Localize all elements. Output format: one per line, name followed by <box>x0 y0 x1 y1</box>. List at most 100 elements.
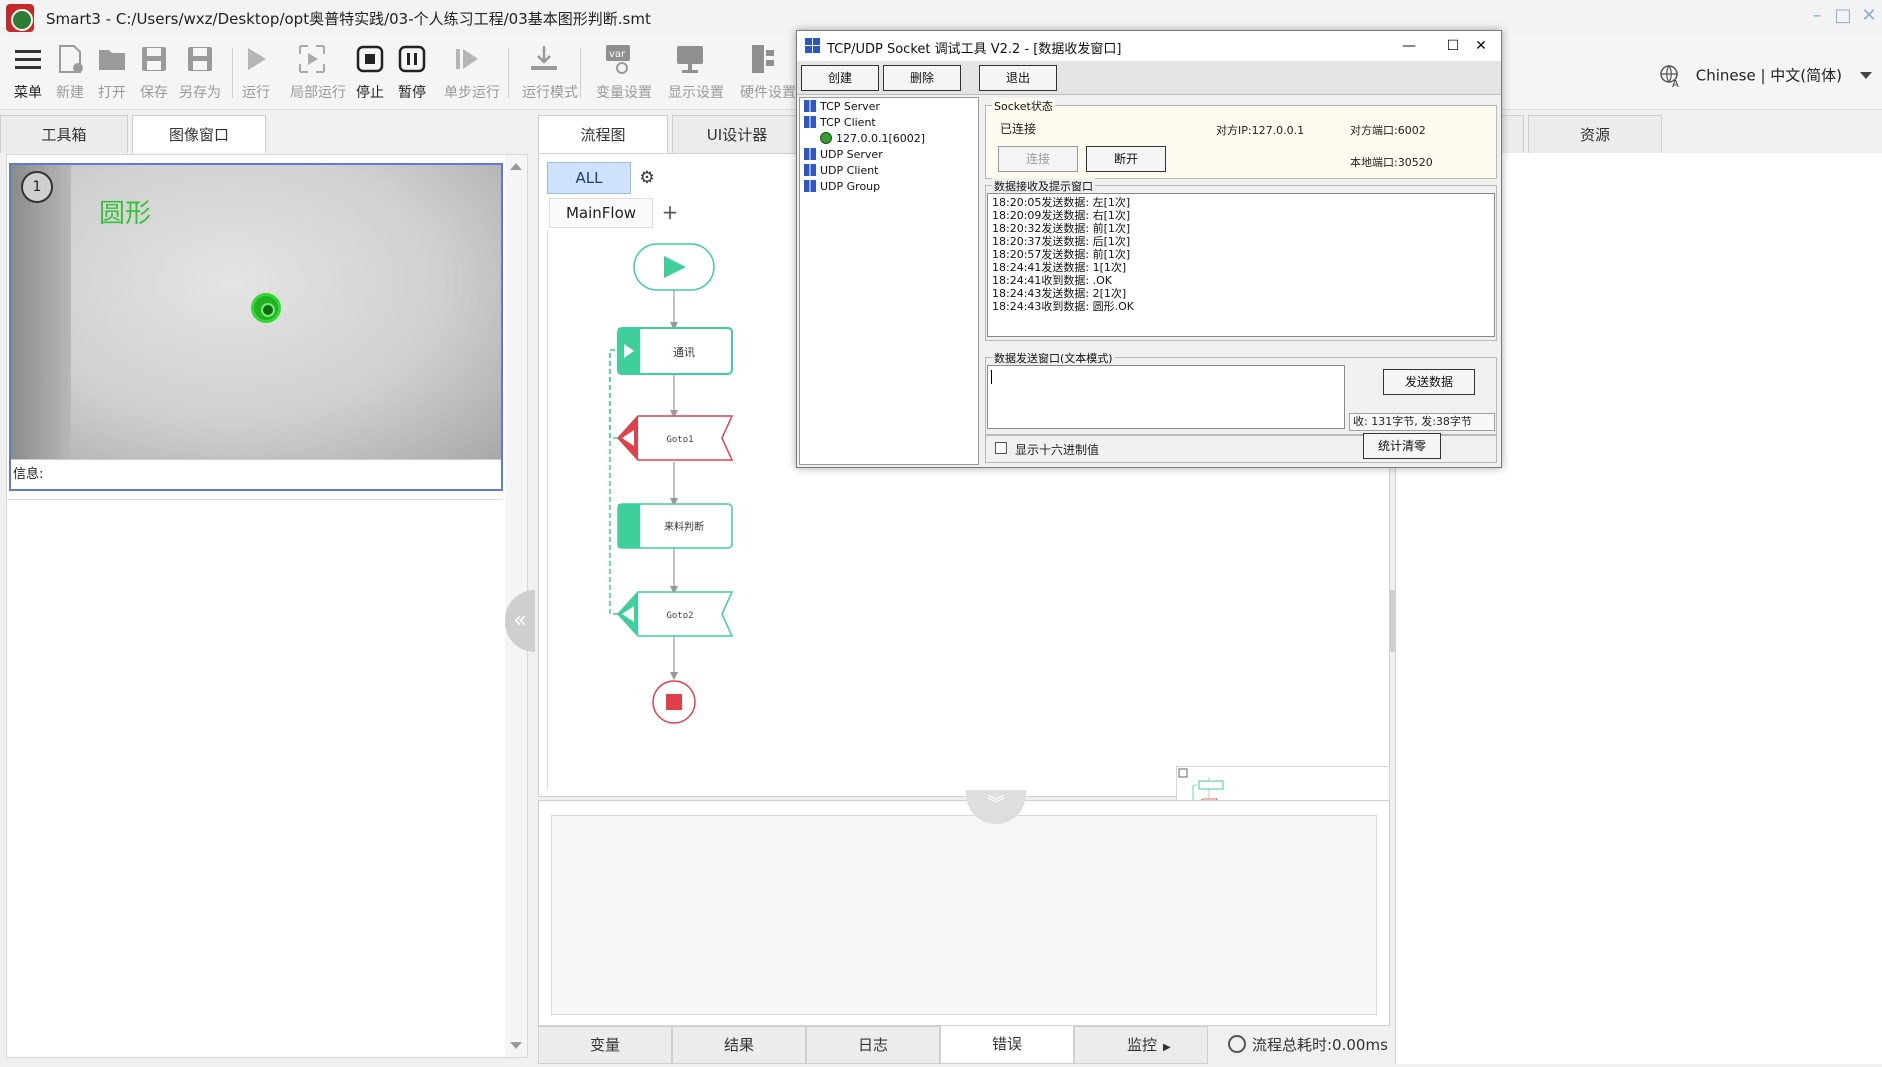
stop-button[interactable]: 停止 <box>348 42 392 108</box>
flow-node-communication[interactable]: 通讯 <box>617 327 733 375</box>
save-button[interactable]: 保存 <box>132 42 176 108</box>
image-index-badge: 1 <box>21 171 53 203</box>
flow-time-label: 流程总耗时:0.00ms <box>1252 1036 1388 1054</box>
network-icon <box>804 164 816 176</box>
output-content <box>551 815 1377 1015</box>
variable-settings-button[interactable]: var 变量设置 <box>596 42 652 108</box>
tree-item-label: TCP Client <box>820 116 876 129</box>
menu-label: 菜单 <box>14 85 42 101</box>
toolbar-divider <box>580 48 581 98</box>
group-title: 数据接收及提示窗口 <box>992 178 1095 194</box>
tree-item-udp-client[interactable]: UDP Client <box>804 164 879 177</box>
receive-log[interactable]: 18:20:05发送数据: 左[1次] 18:20:09发送数据: 右[1次] … <box>987 193 1495 337</box>
connect-button[interactable]: 连接 <box>998 146 1078 172</box>
camera-image[interactable]: 1 圆形 <box>11 165 501 459</box>
tab-monitor[interactable]: 监控 ▶ <box>1074 1026 1208 1064</box>
log-line: 18:20:05发送数据: 左[1次] <box>992 196 1131 209</box>
socket-main-area: Socket状态 已连接 对方IP:127.0.0.1 对方端口:6002 本地… <box>983 97 1499 465</box>
tab-log[interactable]: 日志 <box>806 1026 940 1064</box>
run-button[interactable]: 运行 <box>234 42 278 108</box>
run-mode-button[interactable]: 运行模式 <box>522 42 578 108</box>
flow-node-goto2[interactable]: Goto2 <box>616 591 734 637</box>
tree-item-tcp-server[interactable]: TCP Server <box>804 100 880 113</box>
peer-ip: 对方IP:127.0.0.1 <box>1216 124 1305 137</box>
tree-item-udp-server[interactable]: UDP Server <box>804 148 883 161</box>
output-panel <box>538 800 1390 1026</box>
open-folder-icon <box>99 50 125 70</box>
save-as-icon <box>188 47 212 71</box>
send-textarea[interactable] <box>987 365 1345 429</box>
socket-toolbar: 创建 删除 退出 <box>797 61 1501 95</box>
partial-run-button[interactable]: 局部运行 <box>290 42 346 108</box>
close-icon[interactable]: ✕ <box>1856 4 1882 28</box>
variable-settings-icon: var <box>606 45 630 74</box>
flow-node-goto1[interactable]: Goto1 <box>616 415 734 461</box>
tab-variables[interactable]: 变量 <box>538 1026 672 1064</box>
flow-node-end[interactable] <box>652 680 696 724</box>
tree-item-connection[interactable]: 127.0.0.1[6002] <box>820 132 925 145</box>
tab-errors[interactable]: 错误 <box>940 1026 1074 1064</box>
tree-item-tcp-client[interactable]: TCP Client <box>804 116 876 129</box>
flow-node-start[interactable] <box>633 243 715 291</box>
scroll-up-icon[interactable] <box>510 163 522 170</box>
tree-item-label: UDP Client <box>820 164 879 177</box>
save-icon <box>142 47 166 71</box>
add-flow-icon[interactable]: + <box>657 198 683 228</box>
minimize-icon[interactable]: – <box>1804 4 1830 28</box>
tab-results[interactable]: 结果 <box>672 1026 806 1064</box>
network-icon <box>804 100 816 112</box>
tree-item-udp-group[interactable]: UDP Group <box>804 180 880 193</box>
close-icon[interactable]: ✕ <box>1463 34 1499 58</box>
tab-image-window[interactable]: 图像窗口 <box>132 115 266 153</box>
variable-settings-label: 变量设置 <box>596 85 652 101</box>
minimize-icon[interactable]: — <box>1391 34 1427 58</box>
pause-button[interactable]: 暂停 <box>390 42 434 108</box>
filter-all-button[interactable]: ALL <box>547 162 631 194</box>
flow-node-label: Goto1 <box>666 435 693 445</box>
svg-text:A: A <box>1672 79 1679 88</box>
delete-button[interactable]: 删除 <box>883 65 961 91</box>
scroll-down-icon[interactable] <box>510 1042 522 1049</box>
save-label: 保存 <box>140 85 168 101</box>
tree-item-label: TCP Server <box>820 100 880 113</box>
log-line: 18:20:32发送数据: 前[1次] <box>992 222 1131 235</box>
log-line: 18:24:41发送数据: 1[1次] <box>992 261 1127 274</box>
group-title: 数据发送窗口(文本模式) <box>992 350 1115 366</box>
clear-stats-button[interactable]: 统计清零 <box>1363 433 1441 459</box>
log-line: 18:20:09发送数据: 右[1次] <box>992 209 1131 222</box>
tab-flowchart[interactable]: 流程图 <box>538 115 668 153</box>
pause-label: 暂停 <box>398 85 426 101</box>
disconnect-button[interactable]: 断开 <box>1086 146 1166 172</box>
flow-node-material-check[interactable]: 来料判断 <box>617 503 733 549</box>
menu-icon <box>15 50 41 69</box>
tab-toolbox[interactable]: 工具箱 <box>0 115 128 153</box>
hex-checkbox[interactable] <box>995 442 1007 454</box>
exit-button[interactable]: 退出 <box>979 65 1057 91</box>
network-icon <box>804 148 816 160</box>
new-button[interactable]: 新建 <box>48 42 92 108</box>
send-data-button[interactable]: 发送数据 <box>1383 369 1475 395</box>
flow-tab-mainflow[interactable]: MainFlow <box>549 198 653 228</box>
language-selector[interactable]: A Chinese | 中文(简体) <box>1659 64 1842 90</box>
flow-node-label: 来料判断 <box>664 520 704 533</box>
create-button[interactable]: 创建 <box>801 65 879 91</box>
partial-run-label: 局部运行 <box>290 85 346 101</box>
menu-button[interactable]: 菜单 <box>6 42 50 108</box>
hardware-settings-button[interactable]: 硬件设置 <box>740 42 796 108</box>
socket-tool-titlebar[interactable]: TCP/UDP Socket 调试工具 V2.2 - [数据收发窗口] — ☐ … <box>797 31 1501 61</box>
tab-ui-designer[interactable]: UI设计器 <box>672 115 802 153</box>
display-settings-button[interactable]: 显示设置 <box>668 42 724 108</box>
image-shadow <box>11 165 71 459</box>
local-port: 本地端口:30520 <box>1350 156 1433 169</box>
image-view[interactable]: 1 圆形 信息: <box>9 163 503 491</box>
step-run-button[interactable]: 单步运行 <box>444 42 500 108</box>
maximize-icon[interactable]: □ <box>1830 4 1856 28</box>
chevron-down-icon[interactable] <box>1860 72 1872 79</box>
open-button[interactable]: 打开 <box>90 42 134 108</box>
gear-icon[interactable]: ⚙ <box>635 166 659 190</box>
right-tab-strip: 资源 <box>1496 115 1686 153</box>
pause-icon <box>398 45 426 73</box>
chevron-right-icon[interactable]: ▶ <box>1163 1042 1171 1053</box>
tab-resources[interactable]: 资源 <box>1528 115 1662 153</box>
save-as-button[interactable]: 另存为 <box>178 42 222 108</box>
